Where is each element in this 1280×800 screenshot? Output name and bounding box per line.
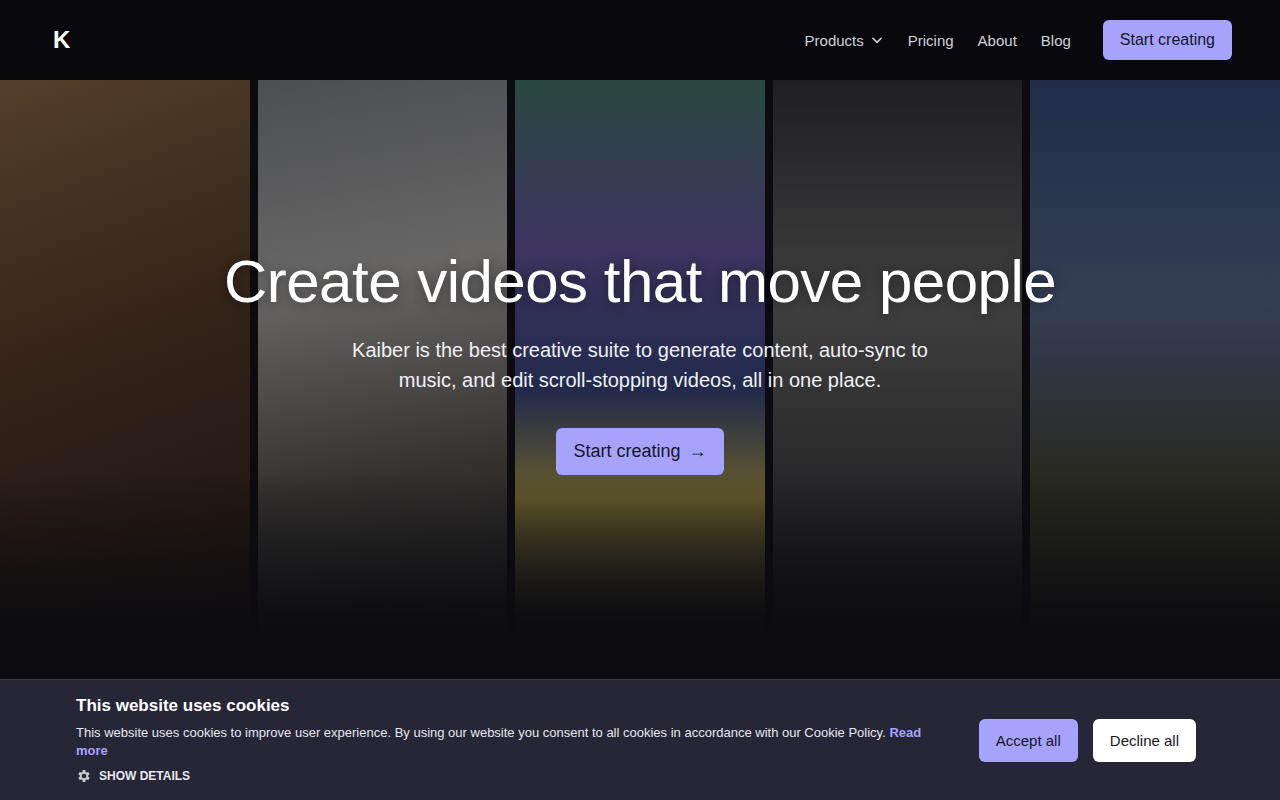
nav-bar: K Products Pricing About Blog Start creating [0,0,1280,80]
nav-link[interactable]: Pricing [908,32,954,49]
hero-start-button[interactable]: Start creating→ [556,428,723,475]
cookie-text-block: This website uses cookies This website us… [76,696,956,784]
start-creating-button[interactable]: Start creating [1103,20,1232,60]
cookie-button[interactable]: Decline all [1093,719,1196,762]
nav-link[interactable]: About [978,32,1017,49]
page: K Products Pricing About Blog Start creating C… [0,0,1280,800]
cookie-button[interactable]: Accept all [979,719,1078,762]
chevron-down-icon [870,33,884,47]
show-details[interactable]: SHOW DETAILS [76,768,956,784]
hero-title: Create videos that move people [224,245,1056,319]
read-more-link[interactable]: Read more [76,725,921,758]
cookie-text: This website uses cookies to improve use… [76,724,956,760]
hero-subtitle: Kaiber is the best creative suite to gen… [340,335,940,395]
nav-link[interactable]: Blog [1041,32,1071,49]
cookie-banner: This website uses cookies This website us… [0,679,1280,800]
cookie-buttons: Accept all Decline all [979,719,1196,762]
hero: Create videos that move people Kaiber is … [0,80,1280,640]
nav-links: Products Pricing About Blog Start creating [805,20,1232,60]
arrow-right-icon: → [689,441,707,462]
logo[interactable]: K [53,26,70,54]
hero-content: Create videos that move people Kaiber is … [0,80,1280,640]
nav-link[interactable]: Products [805,32,884,49]
cookie-title: This website uses cookies [76,696,956,716]
gear-icon [76,768,92,784]
